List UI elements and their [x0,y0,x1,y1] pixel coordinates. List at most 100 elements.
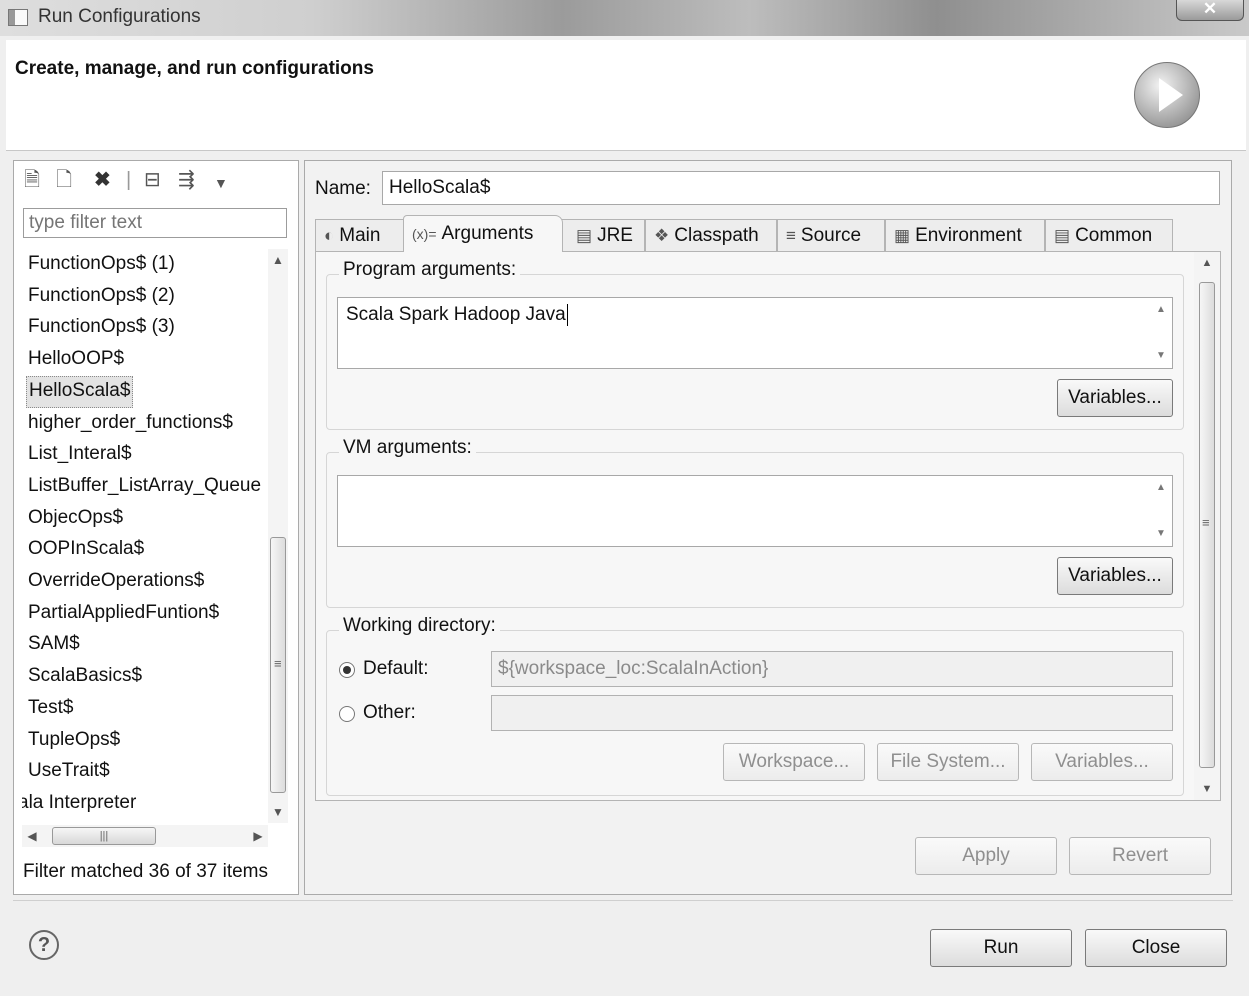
duplicate-icon[interactable]: 🗋 [56,169,72,191]
name-input[interactable] [382,171,1220,205]
new-config-icon[interactable]: 🗎 [24,169,40,191]
list-item[interactable]: ala Interpreter [22,788,138,818]
config-tabs: ◐ Main (x)= Arguments ▤ JRE ❖ Classpath ≡ Sou… [315,215,1221,252]
scroll-up-arrow-icon[interactable]: ▲ [268,249,288,271]
list-item[interactable]: OOPInScala$ [26,534,146,564]
main-tab-icon: ◐ [324,226,335,245]
arguments-tab-content: Program arguments: Scala Spark Hadoop Ja… [315,251,1221,801]
scroll-up-arrow-icon[interactable]: ▲ [1152,300,1170,320]
list-item[interactable]: ScalaBasics$ [26,661,144,691]
program-arguments-textarea[interactable]: Scala Spark Hadoop Java ▲ ▼ [337,297,1173,369]
revert-button[interactable]: Revert [1069,837,1211,875]
default-radio[interactable] [339,662,355,678]
other-radio[interactable] [339,706,355,722]
working-directory-group: Working directory: Default: Other: Works… [326,615,1184,796]
filter-input[interactable] [23,208,287,238]
tab-classpath[interactable]: ❖ Classpath [645,219,777,251]
tab-main[interactable]: ◐ Main [315,219,405,251]
run-play-icon [1134,62,1200,128]
grip-icon: ≡ [274,656,282,671]
list-item[interactable]: SAM$ [26,629,82,659]
help-icon[interactable]: ? [29,930,59,960]
default-label: Default: [363,658,429,679]
header-title: Create, manage, and run configurations [15,58,374,79]
name-label: Name: [315,178,371,199]
footer-divider [13,900,1233,901]
list-item[interactable]: List_Interal$ [26,439,134,469]
delete-icon[interactable]: ✖ [94,169,111,191]
list-item[interactable]: FunctionOps$ (1) [26,249,177,279]
list-item-selected[interactable]: HelloScala$ [26,375,134,408]
arguments-tab-icon: (x)= [412,226,437,242]
file-system-button[interactable]: File System... [877,743,1019,781]
run-button[interactable]: Run [930,929,1072,967]
list-horizontal-scrollbar[interactable]: ◀ ||| ▶ [22,825,268,847]
scrollbar-thumb[interactable]: ≡ [270,537,286,793]
window-icon [8,9,28,26]
tab-common[interactable]: ▤ Common [1045,219,1173,251]
scroll-down-arrow-icon[interactable]: ▼ [268,801,288,823]
common-tab-icon: ▤ [1054,226,1071,245]
tab-arguments[interactable]: (x)= Arguments [403,215,563,252]
program-arguments-label: Program arguments: [339,259,521,281]
vm-variables-button[interactable]: Variables... [1057,557,1173,595]
source-tab-icon: ≡ [786,226,796,245]
close-button[interactable]: Close [1085,929,1227,967]
list-item[interactable]: PartialAppliedFuntion$ [26,598,221,628]
tab-source[interactable]: ≡ Source [777,219,885,251]
run-configurations-dialog: Run Configurations ✕ Create, manage, and… [0,0,1249,996]
filter-status: Filter matched 36 of 37 items [23,861,268,882]
scrollbar-thumb[interactable]: ≡ [1199,282,1215,768]
classpath-tab-icon: ❖ [654,226,670,245]
list-item[interactable]: ObjecOps$ [26,503,125,533]
scroll-down-arrow-icon[interactable]: ▼ [1194,778,1220,800]
list-item[interactable]: OverrideOperations$ [26,566,206,596]
list-item[interactable]: Test$ [26,693,75,723]
collapse-all-icon[interactable]: ⊟ [144,169,161,191]
other-directory-field[interactable] [491,695,1173,731]
default-directory-field [491,651,1173,687]
list-item[interactable]: UseTrait$ [26,756,112,786]
tab-content-scrollbar[interactable]: ▲ ≡ ▼ [1194,252,1220,800]
window-close-button[interactable]: ✕ [1176,0,1244,21]
working-directory-label: Working directory: [339,615,500,637]
other-label: Other: [363,702,416,723]
list-item[interactable]: HelloOOP$ [26,344,126,374]
list-item[interactable]: FunctionOps$ (2) [26,281,177,311]
list-item[interactable]: higher_order_functions$ [26,408,235,438]
textarea-scrollbar[interactable]: ▲ ▼ [1152,478,1170,544]
list-item[interactable]: ListBuffer_ListArray_Queue [26,471,263,501]
list-item[interactable]: TupleOps$ [26,725,122,755]
scroll-right-arrow-icon[interactable]: ▶ [248,825,268,847]
configuration-tree-panel: 🗎 🗋 ✖ | ⊟ ⇶ ▼ FunctionOps$ (1) FunctionO… [13,160,299,895]
grip-icon: ≡ [1202,515,1210,530]
program-arguments-group: Program arguments: Scala Spark Hadoop Ja… [326,259,1184,430]
vm-arguments-textarea[interactable]: ▲ ▼ [337,475,1173,547]
filter-icon[interactable]: ⇶ [178,169,195,191]
configuration-editor-panel: Name: ◐Main (x)=Arguments ▤JRE ❖Classpat… [304,160,1232,895]
jre-tab-icon: ▤ [576,226,593,245]
scroll-left-arrow-icon[interactable]: ◀ [22,825,42,847]
text-caret [566,304,568,326]
scroll-down-arrow-icon[interactable]: ▼ [1152,346,1170,366]
workspace-button[interactable]: Workspace... [723,743,865,781]
configuration-list: FunctionOps$ (1) FunctionOps$ (2) Functi… [22,249,268,823]
window-title: Run Configurations [38,6,201,27]
scroll-up-arrow-icon[interactable]: ▲ [1194,252,1220,274]
apply-button[interactable]: Apply [915,837,1057,875]
scroll-up-arrow-icon[interactable]: ▲ [1152,478,1170,498]
vm-arguments-label: VM arguments: [339,437,476,459]
scrollbar-thumb[interactable]: ||| [52,827,156,845]
environment-tab-icon: ▦ [894,226,911,245]
program-variables-button[interactable]: Variables... [1057,379,1173,417]
title-bar[interactable]: Run Configurations ✕ [0,0,1249,36]
dropdown-arrow-icon[interactable]: ▼ [214,172,228,194]
scroll-down-arrow-icon[interactable]: ▼ [1152,524,1170,544]
textarea-scrollbar[interactable]: ▲ ▼ [1152,300,1170,366]
list-item[interactable]: FunctionOps$ (3) [26,312,177,342]
working-variables-button[interactable]: Variables... [1031,743,1173,781]
tab-environment[interactable]: ▦ Environment [885,219,1045,251]
list-vertical-scrollbar[interactable]: ▲ ≡ ▼ [268,249,288,823]
tab-jre[interactable]: ▤ JRE [561,219,645,251]
tree-toolbar: 🗎 🗋 ✖ | ⊟ ⇶ ▼ [14,161,298,201]
